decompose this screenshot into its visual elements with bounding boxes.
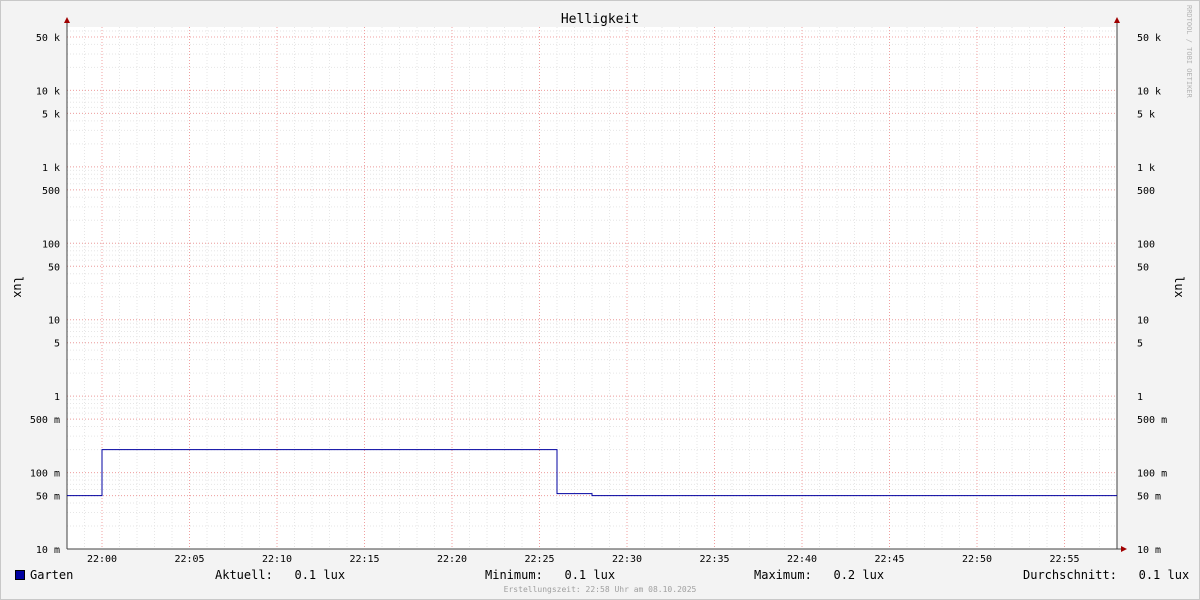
y-tick-label-left: 1 k <box>42 163 60 174</box>
y-tick-label-left: 50 k <box>36 33 60 44</box>
y-tick-label-left: 100 <box>42 239 60 250</box>
y-tick-label-left: 5 <box>54 339 60 350</box>
grid <box>66 27 1118 550</box>
y-axis-label-left: lux <box>11 276 25 298</box>
legend-series-name: Garten <box>30 568 74 582</box>
legend-swatch-garten <box>15 570 25 580</box>
y-tick-label-right: 5 k <box>1137 109 1155 120</box>
y-tick-label-right: 50 m <box>1137 492 1161 503</box>
y-tick-label-left: 50 m <box>36 492 60 503</box>
x-tick-label: 22:35 <box>699 554 729 565</box>
y-tick-label-left: 500 m <box>30 415 60 426</box>
chart-title: Helligkeit <box>561 12 639 27</box>
y-tick-label-right: 100 <box>1137 239 1155 250</box>
x-tick-label: 22:10 <box>262 554 292 565</box>
y-tick-label-left: 10 k <box>36 86 60 97</box>
y-tick-label-left: 10 <box>48 316 60 327</box>
footer-timestamp: Erstellungszeit: 22:58 Uhr am 08.10.2025 <box>503 585 697 594</box>
watermark: RRDTOOL / TOBI OETIKER <box>1185 5 1193 99</box>
y-tick-label-right: 5 <box>1137 339 1143 350</box>
x-tick-label: 22:55 <box>1049 554 1079 565</box>
x-tick-label: 22:15 <box>349 554 379 565</box>
y-tick-label-right: 50 k <box>1137 33 1161 44</box>
x-tick-label: 22:45 <box>874 554 904 565</box>
legend-minimum: Minimum: 0.1 lux <box>485 568 616 582</box>
y-tick-label-left: 100 m <box>30 469 60 480</box>
y-tick-label-left: 5 k <box>42 109 60 120</box>
y-tick-label-right: 1 k <box>1137 163 1155 174</box>
y-axis-arrow-left <box>64 17 70 23</box>
y-tick-label-right: 10 <box>1137 316 1149 327</box>
y-tick-label-right: 1 <box>1137 392 1143 403</box>
y-tick-label-right: 100 m <box>1137 469 1167 480</box>
legend: Garten Aktuell: 0.1 lux Minimum: 0.1 lux… <box>0 566 1200 584</box>
x-tick-label: 22:30 <box>612 554 642 565</box>
legend-durchschnitt: Durchschnitt: 0.1 lux <box>1023 568 1190 582</box>
x-tick-label: 22:40 <box>787 554 817 565</box>
y-tick-label-right: 50 <box>1137 262 1149 273</box>
x-tick-label: 22:05 <box>174 554 204 565</box>
y-tick-label-right: 500 <box>1137 186 1155 197</box>
y-tick-label-left: 50 <box>48 262 60 273</box>
y-tick-label-right: 10 m <box>1137 545 1161 556</box>
y-axis-label-right: lux <box>1172 276 1186 298</box>
y-axis-arrow-right <box>1114 17 1120 23</box>
legend-maximum: Maximum: 0.2 lux <box>754 568 885 582</box>
y-tick-label-right: 10 k <box>1137 86 1161 97</box>
y-tick-label-left: 10 m <box>36 545 60 556</box>
x-tick-label: 22:50 <box>962 554 992 565</box>
x-tick-label: 22:25 <box>524 554 554 565</box>
y-tick-label-left: 1 <box>54 392 60 403</box>
y-tick-label-left: 500 <box>42 186 60 197</box>
x-tick-label: 22:00 <box>87 554 117 565</box>
y-tick-label-right: 500 m <box>1137 415 1167 426</box>
x-tick-label: 22:20 <box>437 554 467 565</box>
legend-aktuell: Aktuell: 0.1 lux <box>215 568 346 582</box>
x-axis-arrow <box>1121 546 1127 552</box>
chart: Helligkeit lux lux RRDTOOL / TOBI OETIKE… <box>11 5 1193 565</box>
